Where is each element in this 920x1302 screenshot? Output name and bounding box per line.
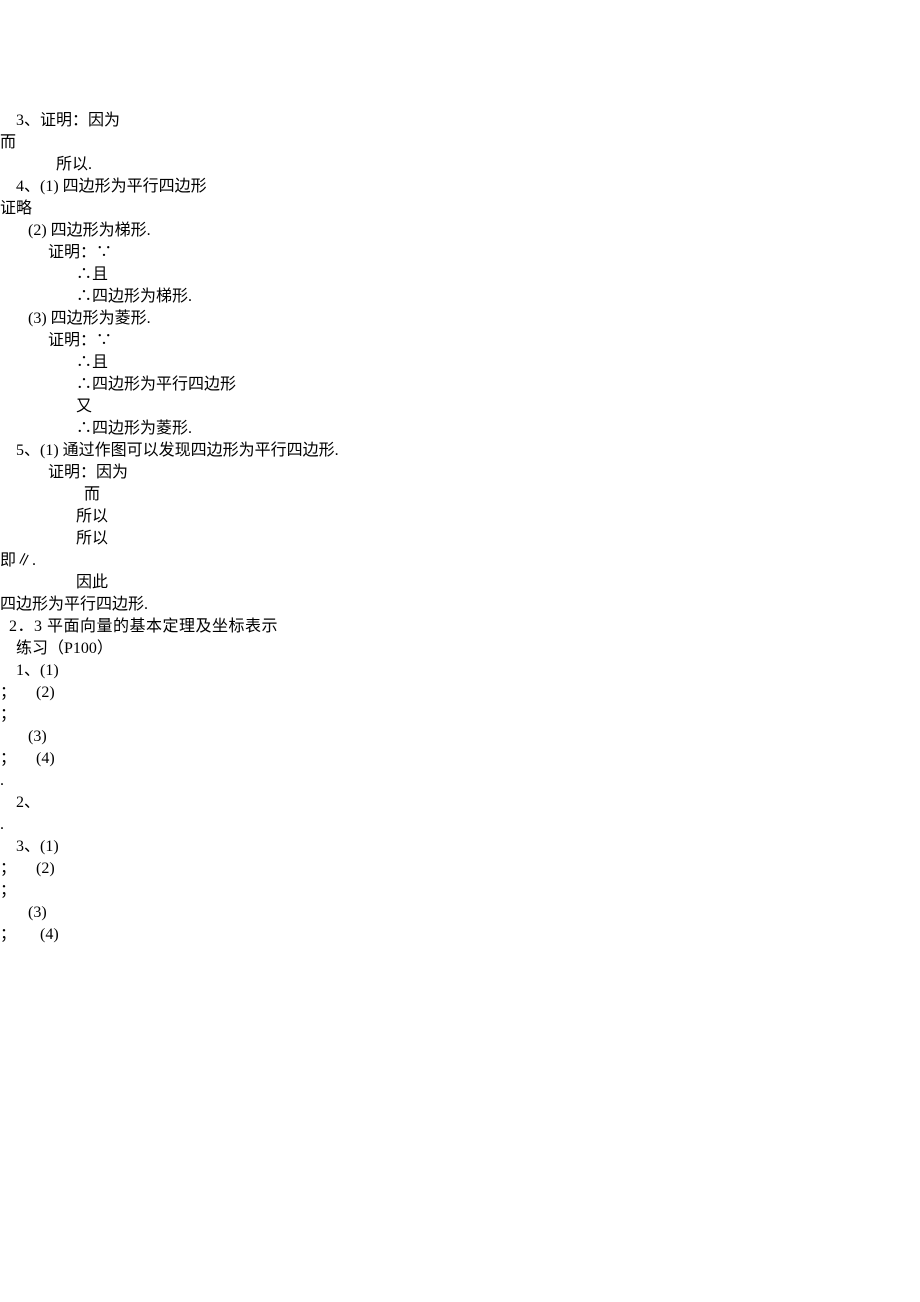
proof-line: 证明：∵ [0,330,920,352]
proof-line: 证明：∵ [0,242,920,264]
proof-line: 证明：因为 [0,462,920,484]
problem-line: 2、 [0,792,920,814]
problem-line: ； [0,704,920,726]
problem-line: 3、(1) [0,836,920,858]
problem-line: (3) [0,726,920,748]
problem-line: (3) [0,902,920,924]
problem-line: ； (2) [0,858,920,880]
section-heading: 2．3 平面向量的基本定理及坐标表示 [0,616,920,638]
problem-line: . [0,770,920,792]
problem-line: (3) 四边形为菱形. [0,308,920,330]
proof-line: 3、证明：因为 [0,110,920,132]
proof-line: 所以 [0,506,920,528]
problem-line: 1、(1) [0,660,920,682]
proof-line: 因此 [0,572,920,594]
proof-line: 证略 [0,198,920,220]
problem-line: ； (2) [0,682,920,704]
proof-line: 所以. [0,154,920,176]
problem-line: ； (4) [0,748,920,770]
proof-line: ∴四边形为梯形. [0,286,920,308]
problem-line: ； [0,880,920,902]
proof-line: ∴四边形为菱形. [0,418,920,440]
proof-line: ∴且 [0,264,920,286]
document-page: 3、证明：因为 而 所以. 4、(1) 四边形为平行四边形 证略 (2) 四边形… [0,0,920,1046]
problem-line: 4、(1) 四边形为平行四边形 [0,176,920,198]
proof-line: 即∥. [0,550,920,572]
problem-line: 5、(1) 通过作图可以发现四边形为平行四边形. [0,440,920,462]
proof-line: 又 [0,396,920,418]
exercise-ref: 练习（P100） [0,638,920,660]
proof-line: ∴四边形为平行四边形 [0,374,920,396]
proof-line: 所以 [0,528,920,550]
problem-line: (2) 四边形为梯形. [0,220,920,242]
proof-line: 四边形为平行四边形. [0,594,920,616]
problem-line: . [0,814,920,836]
problem-line: ； (4) [0,924,920,946]
proof-line: ∴且 [0,352,920,374]
proof-line: 而 [0,132,920,154]
proof-line: 而 [0,484,920,506]
